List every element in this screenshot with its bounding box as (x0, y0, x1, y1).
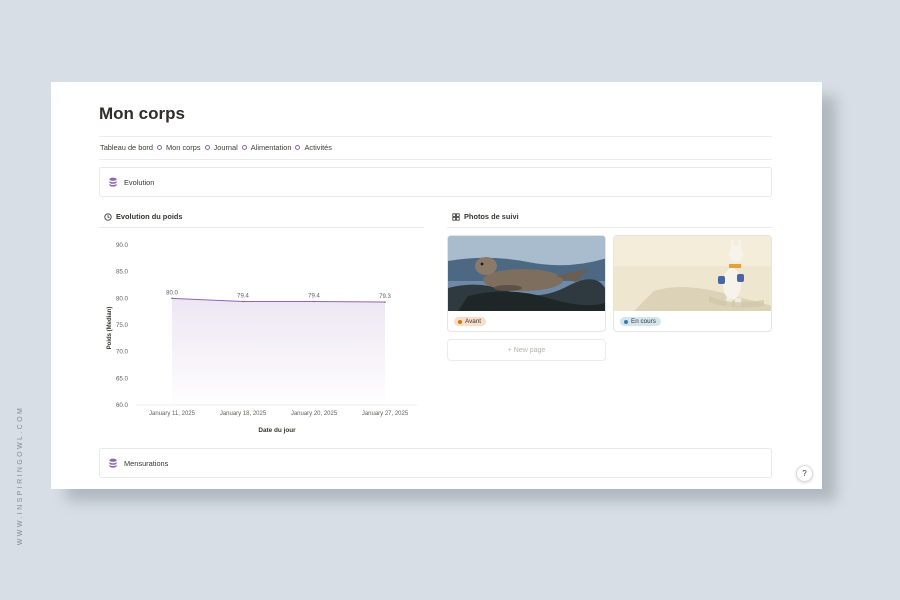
chart-header: Evolution du poids (104, 212, 183, 221)
seal-photo (448, 236, 605, 311)
weight-chart: 90.0 85.0 80.0 75.0 70.0 65.0 60.0 80.0 79.4 79.… (99, 232, 424, 442)
x-tick-label: January 27, 2025 (362, 411, 409, 417)
database-icon (108, 177, 118, 187)
section-mensurations[interactable]: Mensurations (99, 448, 772, 478)
y-tick-label: 75.0 (116, 322, 129, 329)
section-evolution[interactable]: Evolution (99, 167, 772, 197)
breadcrumb-link-nutrition[interactable]: Alimentation (251, 143, 292, 152)
breadcrumb: Tableau de bord Mon corps Journal Alimen… (100, 143, 332, 152)
status-dot-icon (458, 319, 462, 324)
data-point (242, 300, 244, 303)
gallery-header: Photos de suivi (452, 212, 519, 221)
x-tick-label: January 20, 2025 (291, 411, 338, 417)
data-label: 79.4 (308, 294, 320, 300)
x-tick-label: January 11, 2025 (149, 411, 196, 417)
breadcrumb-link-body[interactable]: Mon corps (166, 143, 201, 152)
page-title: Mon corps (99, 104, 185, 123)
y-tick-label: 65.0 (116, 375, 129, 382)
breadcrumb-link-journal[interactable]: Journal (214, 143, 238, 152)
bullet-icon (295, 145, 301, 150)
y-axis-label: Poids (Median) (107, 307, 113, 350)
notion-page: Mon corps Tableau de bord Mon corps Jour… (51, 82, 822, 489)
y-tick-label: 90.0 (116, 242, 129, 249)
section-label: Mensurations (124, 458, 169, 468)
y-tick-label: 60.0 (116, 402, 129, 409)
area-fill (172, 298, 385, 405)
y-tick-label: 80.0 (116, 295, 129, 302)
divider (99, 159, 772, 160)
y-tick-label: 85.0 (116, 269, 129, 276)
gallery-title: Photos de suivi (464, 212, 519, 221)
llama-toy-photo (614, 236, 771, 311)
breadcrumb-link-dashboard[interactable]: Tableau de bord (100, 143, 153, 152)
data-point (171, 297, 173, 300)
gallery-card-avant[interactable]: Avant (447, 235, 606, 332)
grid-icon (452, 212, 460, 221)
status-badge: En cours (620, 317, 661, 326)
bullet-icon (241, 145, 247, 150)
x-tick-label: January 18, 2025 (220, 411, 267, 417)
status-dot-icon (624, 319, 628, 324)
bullet-icon (204, 145, 210, 150)
data-label: 79.4 (237, 294, 249, 300)
section-label: Evolution (124, 177, 155, 187)
divider (447, 227, 772, 228)
x-axis-label: Date du jour (258, 427, 296, 434)
breadcrumb-link-activities[interactable]: Activités (304, 143, 332, 152)
chart-title: Evolution du poids (116, 212, 183, 221)
data-point (313, 300, 315, 303)
data-label: 80.0 (166, 290, 178, 296)
data-point (384, 301, 386, 303)
gallery-card-en-cours[interactable]: En cours (613, 235, 772, 332)
data-label: 79.3 (379, 294, 391, 300)
clock-icon (104, 212, 112, 221)
new-page-button[interactable]: + New page (447, 339, 606, 361)
divider (99, 227, 424, 228)
bullet-icon (157, 145, 163, 150)
divider (99, 136, 772, 137)
y-tick-label: 70.0 (116, 349, 129, 356)
help-button[interactable]: ? (796, 465, 813, 482)
watermark: WWW.INSPIRINGOWL.COM (17, 405, 25, 545)
database-icon (108, 458, 118, 468)
status-badge: Avant (454, 317, 486, 326)
